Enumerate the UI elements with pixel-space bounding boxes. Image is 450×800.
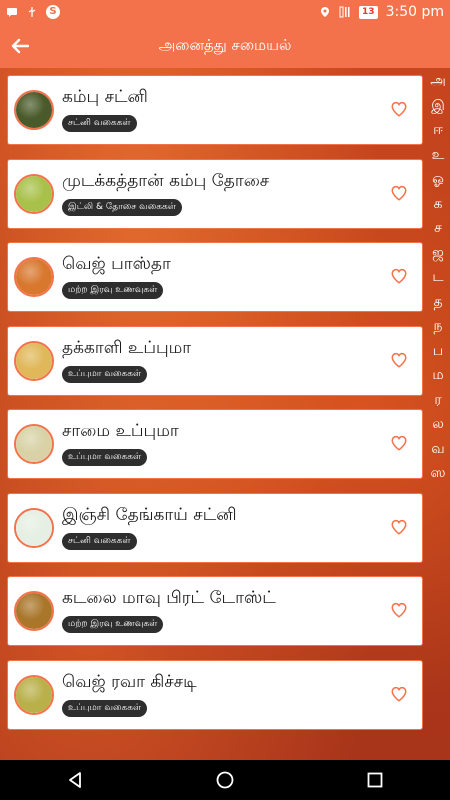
- app-bar: அனைத்து சமையல்: [0, 24, 450, 68]
- status-right: 13 3:50 pm: [319, 4, 444, 20]
- square-recents-icon: [367, 772, 383, 788]
- arrow-left-icon: [11, 38, 29, 54]
- triangle-back-icon: [69, 772, 81, 788]
- system-nav-bar: [0, 760, 450, 800]
- page-title: அனைத்து சமையல்: [158, 36, 292, 54]
- recipe-title: கடலை மாவு பிரட் டோஸ்ட்: [62, 588, 276, 608]
- favorite-heart-icon[interactable]: [390, 601, 408, 619]
- alphabet-index[interactable]: அஇஈஉஓகசஜடதநபமரலவஸ: [426, 70, 450, 485]
- recipe-category-tag: சட்னி வகைகள்: [62, 115, 137, 132]
- battery-icon: 13: [359, 5, 378, 19]
- location-icon: [319, 6, 331, 18]
- recipe-list-container[interactable]: கம்பு சட்னி சட்னி வகைகள் முடக்கத்தான் கம்ப…: [0, 68, 450, 760]
- favorite-heart-icon[interactable]: [390, 267, 408, 285]
- recipe-card[interactable]: சாமை உப்புமா உப்புமா வகைகள்: [7, 409, 423, 479]
- recipe-title: வெஜ் ரவா கிச்சடி: [62, 671, 197, 692]
- recipe-thumbnail: [14, 507, 54, 548]
- recipe-thumbnail-image: [16, 593, 52, 629]
- alphabet-index-letter[interactable]: ஜ: [432, 242, 444, 265]
- favorite-heart-icon[interactable]: [390, 351, 408, 369]
- alphabet-index-letter[interactable]: வ: [431, 438, 444, 461]
- recipe-thumbnail: [14, 340, 54, 381]
- alphabet-index-letter[interactable]: ந: [434, 315, 443, 338]
- recipe-category-tag: மற்ற இரவு உணவுகள்: [62, 616, 164, 633]
- recipe-thumbnail-image: [16, 676, 52, 713]
- favorite-heart-icon[interactable]: [390, 100, 408, 118]
- recipe-category-tag: உப்புமா வகைகள்: [62, 699, 148, 717]
- recipe-card[interactable]: முடக்கத்தான் கம்பு தோசை இட்லி & தோசை வகைக…: [7, 158, 423, 229]
- recipe-card[interactable]: கடலை மாவு பிரட் டோஸ்ட் மற்ற இரவு உணவுகள்: [7, 576, 423, 646]
- favorite-heart-icon[interactable]: [390, 434, 408, 452]
- back-button[interactable]: [0, 24, 40, 68]
- recipe-category-tag: சட்னி வகைகள்: [62, 532, 137, 550]
- recipe-thumbnail-image: [16, 509, 52, 546]
- recipe-thumbnail: [14, 257, 54, 297]
- recipe-card[interactable]: வெஜ் பாஸ்தா மற்ற இரவு உணவுகள்: [7, 242, 423, 312]
- recipe-card[interactable]: தக்காளி உப்புமா உப்புமா வகைகள்: [7, 325, 423, 396]
- circle-home-icon: [216, 771, 234, 789]
- clock: 3:50 pm: [385, 4, 444, 20]
- recipe-thumbnail-image: [16, 259, 52, 295]
- recipe-title: தக்காளி உப்புமா: [62, 337, 192, 358]
- alphabet-index-letter[interactable]: அ: [430, 70, 446, 93]
- recipe-list: கம்பு சட்னி சட்னி வகைகள் முடக்கத்தான் கம்ப…: [7, 75, 423, 743]
- alphabet-index-letter[interactable]: த: [433, 291, 442, 314]
- recipe-category-tag: இட்லி & தோசை வகைகள்: [62, 198, 182, 216]
- nav-back-button[interactable]: [45, 760, 105, 800]
- recipe-title: கம்பு சட்னி: [62, 87, 148, 107]
- recipe-category-tag: உப்புமா வகைகள்: [62, 365, 148, 383]
- alphabet-index-letter[interactable]: ர: [434, 389, 441, 412]
- recipe-card[interactable]: கம்பு சட்னி சட்னி வகைகள்: [7, 75, 423, 145]
- recipe-thumbnail: [14, 591, 54, 631]
- recipe-thumbnail-image: [16, 175, 52, 212]
- alphabet-index-letter[interactable]: ட: [432, 266, 443, 289]
- alphabet-index-letter[interactable]: ச: [434, 217, 442, 240]
- alphabet-index-letter[interactable]: உ: [432, 144, 445, 167]
- recipe-category-tag: மற்ற இரவு உணவுகள்: [62, 282, 164, 299]
- recipe-category-tag: உப்புமா வகைகள்: [62, 449, 148, 466]
- alphabet-index-letter[interactable]: இ: [431, 95, 445, 118]
- recipe-thumbnail: [14, 90, 54, 130]
- recipe-card[interactable]: வெஜ் ரவா கிச்சடி உப்புமா வகைகள்: [7, 659, 423, 730]
- recipe-thumbnail-image: [16, 426, 52, 462]
- alphabet-index-letter[interactable]: ஈ: [433, 119, 443, 142]
- sms-icon: [6, 6, 18, 18]
- recipe-thumbnail: [14, 173, 54, 214]
- nav-recents-button[interactable]: [345, 760, 405, 800]
- alphabet-index-letter[interactable]: ல: [432, 413, 444, 436]
- recipe-card[interactable]: இஞ்சி தேங்காய் சட்னி சட்னி வகைகள்: [7, 492, 423, 563]
- nav-home-button[interactable]: [195, 760, 255, 800]
- alphabet-index-letter[interactable]: ப: [433, 340, 443, 363]
- recipe-title: சாமை உப்புமா: [62, 421, 179, 441]
- status-left: S: [6, 5, 60, 19]
- status-bar: S 13 3:50 pm: [0, 0, 450, 24]
- recipe-title: வெஜ் பாஸ்தா: [62, 254, 171, 274]
- alphabet-index-letter[interactable]: ம: [432, 364, 443, 387]
- recipe-title: இஞ்சி தேங்காய் சட்னி: [62, 504, 237, 525]
- alphabet-index-letter[interactable]: ஸ: [430, 462, 445, 485]
- skype-icon: S: [46, 5, 60, 19]
- recipe-thumbnail-image: [16, 92, 52, 128]
- signal-icon: [339, 6, 351, 18]
- alphabet-index-letter[interactable]: க: [434, 193, 443, 216]
- favorite-heart-icon[interactable]: [390, 518, 408, 536]
- favorite-heart-icon[interactable]: [390, 184, 408, 202]
- alphabet-index-letter[interactable]: ஓ: [432, 168, 444, 191]
- recipe-thumbnail-image: [16, 342, 52, 379]
- recipe-thumbnail: [14, 424, 54, 464]
- recipe-thumbnail: [14, 674, 54, 715]
- usb-icon: [26, 6, 38, 18]
- favorite-heart-icon[interactable]: [390, 685, 408, 703]
- recipe-title: முடக்கத்தான் கம்பு தோசை: [62, 170, 270, 191]
